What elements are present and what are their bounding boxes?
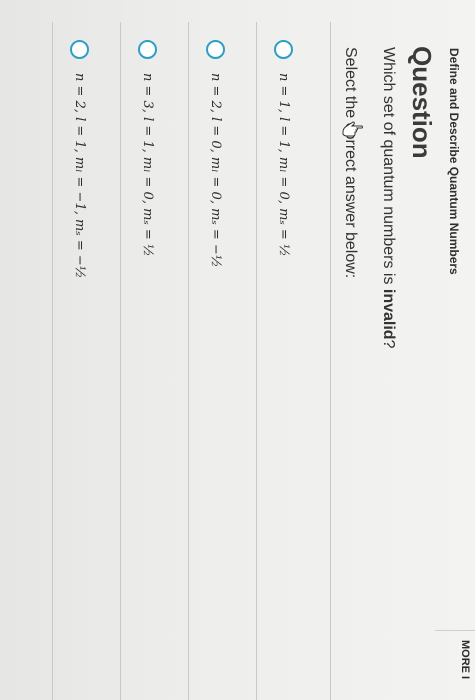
answer-choice-4[interactable]: n = 2, l = 1, mₗ = −1, mₛ = −½: [53, 40, 107, 680]
question-text: Which set of quantum numbers is invalid?: [379, 47, 397, 348]
radio-button[interactable]: [138, 40, 158, 59]
question-text-start: Which set of quantum numbers is: [380, 47, 397, 289]
hand-pointer-icon: [342, 121, 363, 137]
answer-choice-1[interactable]: n = 1, l = 1, mₗ = 0, mₛ = ½: [257, 40, 311, 680]
divider: [330, 22, 331, 700]
page-rotated: Define and Describe Quantum Numbers Ques…: [0, 0, 475, 700]
more-link[interactable]: MORE I: [459, 640, 471, 679]
radio-button[interactable]: [274, 40, 294, 59]
footer-divider: [435, 630, 475, 631]
divider: [256, 22, 257, 700]
question-heading: Question: [407, 46, 437, 159]
question-text-end: ?: [380, 339, 397, 349]
answer-choice-3[interactable]: n = 3, l = 1, mₗ = 0, mₛ = ½: [121, 40, 175, 680]
divider: [120, 22, 121, 700]
answer-choice-label: n = 2, l = 0, mₗ = 0, mₛ = −½: [208, 73, 224, 268]
question-text-emphasis: invalid: [380, 288, 397, 340]
answer-instruction: Select the correct answer below:: [342, 47, 359, 279]
answer-choice-label: n = 3, l = 1, mₗ = 0, mₛ = ½: [140, 73, 156, 257]
divider: [188, 22, 189, 700]
radio-button[interactable]: [70, 40, 90, 59]
radio-button[interactable]: [206, 40, 226, 59]
answer-choice-label: n = 2, l = 1, mₗ = −1, mₛ = −½: [72, 73, 88, 279]
answer-choice-2[interactable]: n = 2, l = 0, mₗ = 0, mₛ = −½: [189, 40, 243, 680]
divider: [52, 22, 53, 700]
topic-title: Define and Describe Quantum Numbers: [447, 48, 461, 275]
answer-choice-label: n = 1, l = 1, mₗ = 0, mₛ = ½: [276, 73, 292, 257]
